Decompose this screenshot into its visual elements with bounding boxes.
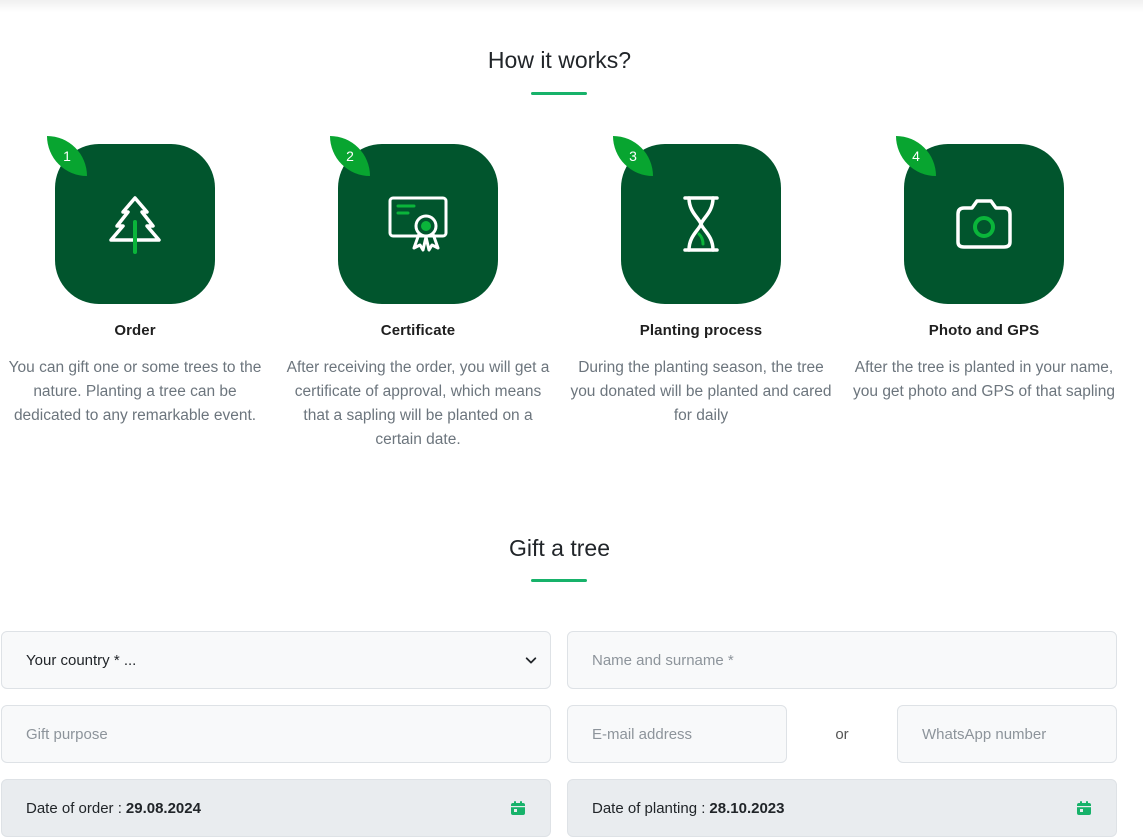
name-surname-placeholder: Name and surname * <box>592 651 734 669</box>
order-date-field[interactable]: Date of order : 29.08.2024 <box>1 779 551 837</box>
gift-purpose-input[interactable]: Gift purpose <box>1 705 551 763</box>
step-tile: 2 <box>330 136 498 304</box>
step-description: You can gift one or some trees to the na… <box>8 359 262 424</box>
order-date-label: Date of order : <box>26 799 122 817</box>
step-description: After the tree is planted in your name, … <box>853 359 1115 400</box>
how-it-works-title: How it works? <box>487 47 632 73</box>
order-date-value: 29.08.2024 <box>125 799 201 817</box>
step-title: Photo and GPS <box>928 322 1040 339</box>
whatsapp-input[interactable]: WhatsApp number <box>897 705 1117 763</box>
camera-icon <box>956 199 1012 249</box>
step-photo-gps: 4 Photo and GPS After the tree is plante… <box>849 136 1119 404</box>
gift-purpose-placeholder: Gift purpose <box>26 725 108 743</box>
top-shadow <box>0 0 1143 12</box>
step-description: After receiving the order, you will get … <box>286 359 550 448</box>
step-tile: 1 <box>47 136 215 304</box>
country-select-value: Your country * ... <box>26 651 137 669</box>
step-tile: 3 <box>613 136 781 304</box>
name-surname-input[interactable]: Name and surname * <box>567 631 1117 689</box>
email-placeholder: E-mail address <box>592 725 693 743</box>
step-order: 1 Order You can gift one or some trees t… <box>0 136 270 428</box>
step-number-badge: 4 <box>896 136 936 176</box>
whatsapp-placeholder: WhatsApp number <box>922 725 1047 743</box>
step-title: Planting process <box>639 322 763 339</box>
country-select[interactable]: Your country * ... <box>1 631 551 689</box>
certificate-icon <box>388 196 448 252</box>
how-title-underline <box>531 92 587 95</box>
step-certificate: 2 Certificate After receiving the order,… <box>283 136 553 452</box>
hourglass-icon <box>683 196 719 252</box>
tree-icon <box>109 196 161 254</box>
planting-date-value: 28.10.2023 <box>709 799 785 817</box>
step-number-badge: 3 <box>613 136 653 176</box>
or-separator: or <box>835 725 849 743</box>
planting-date-label: Date of planting : <box>592 799 706 817</box>
step-tile: 4 <box>896 136 1064 304</box>
calendar-icon[interactable] <box>1076 800 1092 816</box>
calendar-icon[interactable] <box>510 800 526 816</box>
email-input[interactable]: E-mail address <box>567 705 787 763</box>
gift-a-tree-title: Gift a tree <box>509 535 610 561</box>
step-planting-process: 3 Planting process During the planting s… <box>566 136 836 428</box>
step-title: Order <box>114 322 156 339</box>
step-title: Certificate <box>380 322 456 339</box>
chevron-down-icon <box>525 657 537 664</box>
planting-date-field[interactable]: Date of planting : 28.10.2023 <box>567 779 1117 837</box>
step-description: During the planting season, the tree you… <box>570 359 832 424</box>
step-number-badge: 2 <box>330 136 370 176</box>
step-number-badge: 1 <box>47 136 87 176</box>
gift-title-underline <box>531 579 587 582</box>
